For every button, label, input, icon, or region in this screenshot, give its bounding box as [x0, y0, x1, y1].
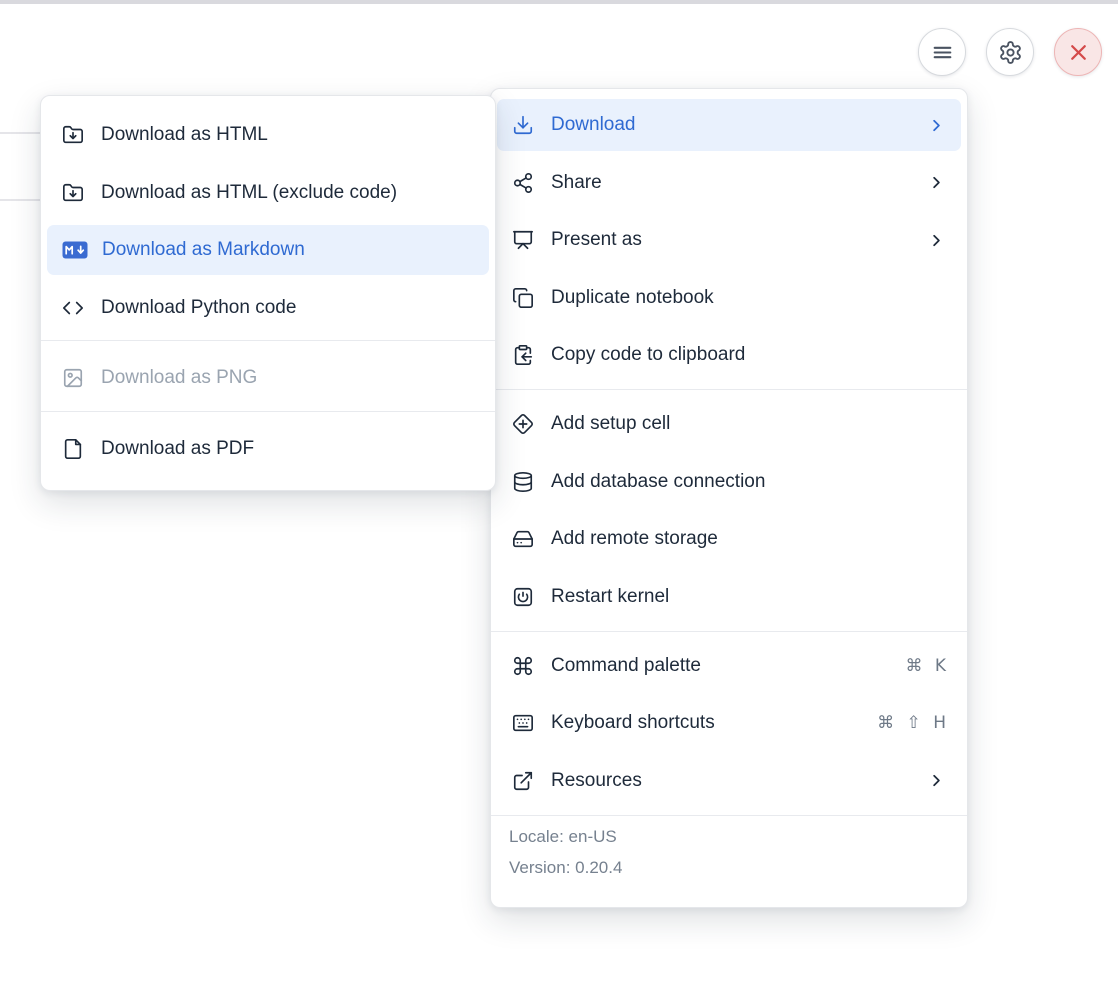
menu-item-resources[interactable]: Resources	[497, 755, 961, 807]
menu-item-label: Download as PDF	[101, 438, 254, 460]
background-cell-border-top	[0, 132, 41, 134]
hard-drive-icon	[512, 528, 534, 550]
folder-down-icon	[62, 124, 84, 146]
menu-item-label: Add database connection	[551, 471, 765, 493]
duplicate-icon	[512, 287, 534, 309]
menu-item-duplicate-notebook[interactable]: Duplicate notebook	[497, 272, 961, 324]
file-icon	[62, 438, 84, 460]
menu-item-shortcut: ⌘ ⇧ H	[877, 713, 946, 733]
menu-footer: Locale: en-US Version: 0.20.4	[491, 815, 967, 889]
menu-item-add-remote-storage[interactable]: Add remote storage	[497, 513, 961, 565]
download-submenu: Download as HTML Download as HTML (exclud…	[40, 95, 496, 491]
menu-item-label: Duplicate notebook	[551, 287, 714, 309]
clipboard-copy-icon	[512, 344, 534, 366]
menu-item-present-as[interactable]: Present as	[497, 214, 961, 266]
menu-item-label: Download as PNG	[101, 367, 257, 389]
shutdown-button[interactable]	[1054, 28, 1102, 76]
menu-item-label: Add setup cell	[551, 413, 670, 435]
command-icon	[512, 655, 534, 677]
menu-item-add-database-connection[interactable]: Add database connection	[497, 456, 961, 508]
keyboard-icon	[512, 712, 534, 734]
chevron-right-icon	[927, 116, 946, 135]
submenu-item-download-as-markdown[interactable]: Download as Markdown	[47, 225, 489, 275]
folder-down-icon	[62, 182, 84, 204]
menu-separator	[491, 631, 967, 632]
menu-item-keyboard-shortcuts[interactable]: Keyboard shortcuts ⌘ ⇧ H	[497, 697, 961, 749]
menu-item-share[interactable]: Share	[497, 157, 961, 209]
menu-item-command-palette[interactable]: Command palette ⌘ K	[497, 640, 961, 692]
menu-item-label: Share	[551, 172, 602, 194]
menu-separator	[41, 411, 495, 412]
external-link-icon	[512, 770, 534, 792]
window-top-edge	[0, 0, 1118, 4]
gear-icon	[998, 40, 1023, 65]
menu-separator	[491, 389, 967, 390]
menu-item-label: Download as HTML	[101, 124, 268, 146]
locale-text: Locale: en-US	[509, 821, 949, 852]
menu-item-label: Download Python code	[101, 297, 296, 319]
download-icon	[512, 114, 534, 136]
chevron-right-icon	[927, 231, 946, 250]
menu-separator	[41, 340, 495, 341]
menu-item-label: Keyboard shortcuts	[551, 712, 715, 734]
markdown-badge-icon	[62, 241, 88, 259]
settings-button[interactable]	[986, 28, 1034, 76]
menu-item-label: Present as	[551, 229, 642, 251]
chevron-right-icon	[927, 771, 946, 790]
submenu-item-download-as-png: Download as PNG	[47, 353, 489, 403]
notebook-menu-button[interactable]	[918, 28, 966, 76]
menu-item-label: Command palette	[551, 655, 701, 677]
menu-item-shortcut: ⌘ K	[905, 656, 946, 676]
menu-item-restart-kernel[interactable]: Restart kernel	[497, 571, 961, 623]
menu-item-label: Download as Markdown	[102, 239, 305, 261]
menu-item-label: Restart kernel	[551, 586, 669, 608]
menu-icon	[930, 40, 955, 65]
menu-item-label: Resources	[551, 770, 642, 792]
notebook-actions-menu-items: Download Share Present as Duplicate noteboo…	[491, 99, 967, 807]
code-icon	[62, 297, 84, 319]
share-icon	[512, 172, 534, 194]
menu-item-label: Download as HTML (exclude code)	[101, 182, 397, 204]
submenu-item-download-as-html-exclude-code[interactable]: Download as HTML (exclude code)	[47, 168, 489, 218]
chevron-right-icon	[927, 173, 946, 192]
submenu-item-download-python-code[interactable]: Download Python code	[47, 283, 489, 333]
notebook-actions-menu: Download Share Present as Duplicate noteboo…	[490, 88, 968, 908]
power-square-icon	[512, 586, 534, 608]
menu-item-copy-code-to-clipboard[interactable]: Copy code to clipboard	[497, 329, 961, 381]
database-icon	[512, 471, 534, 493]
menu-item-label: Add remote storage	[551, 528, 718, 550]
background-cell-border-bottom	[0, 199, 41, 201]
download-submenu-items: Download as HTML Download as HTML (exclud…	[41, 110, 495, 474]
presentation-icon	[512, 229, 534, 251]
submenu-item-download-as-html[interactable]: Download as HTML	[47, 110, 489, 160]
menu-item-download[interactable]: Download	[497, 99, 961, 151]
image-icon	[62, 367, 84, 389]
menu-item-label: Download	[551, 114, 636, 136]
menu-item-add-setup-cell[interactable]: Add setup cell	[497, 398, 961, 450]
close-icon	[1066, 40, 1091, 65]
menu-item-label: Copy code to clipboard	[551, 344, 745, 366]
submenu-item-download-as-pdf[interactable]: Download as PDF	[47, 424, 489, 474]
version-text: Version: 0.20.4	[509, 852, 949, 883]
diamond-plus-icon	[512, 413, 534, 435]
